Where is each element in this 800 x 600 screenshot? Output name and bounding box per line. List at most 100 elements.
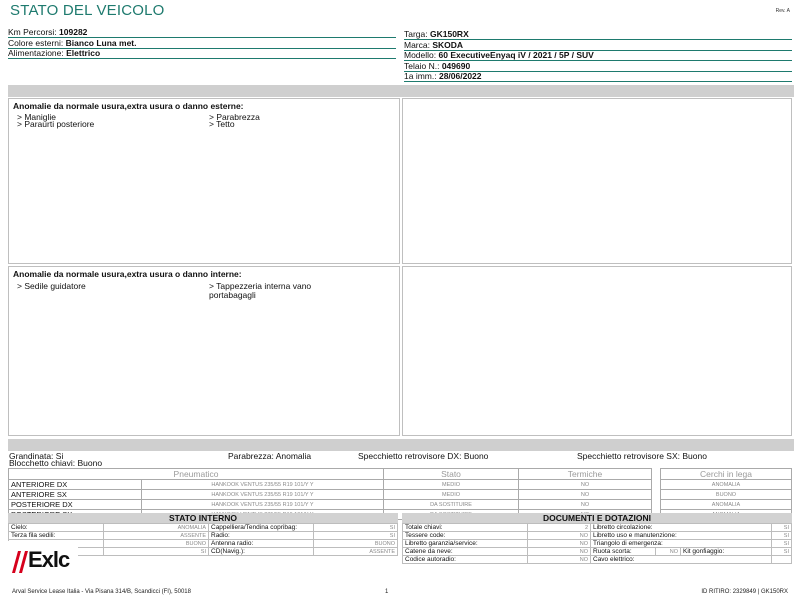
tyre-rims: ANOMALIA bbox=[660, 499, 792, 510]
cell-label: Cappelliera/Tendina copribag: bbox=[208, 523, 314, 532]
cell-value: SI bbox=[313, 523, 398, 532]
brand-label: Marca: bbox=[404, 40, 430, 50]
footer-id: ID RITIRO: 2329849 | GK150RX bbox=[701, 589, 788, 595]
cell-label: Cielo: bbox=[8, 523, 104, 532]
internal-damage-item: > Sedile guidatore bbox=[17, 281, 86, 291]
cell-value: BUONO bbox=[313, 539, 398, 548]
section-divider bbox=[8, 439, 794, 451]
tyres-header-row: Pneumatico Stato Termiche Cerchi in lega bbox=[8, 468, 792, 480]
documents-table: Totale chiavi: 2 Libretto circolazione: … bbox=[402, 523, 793, 564]
section-divider bbox=[8, 85, 794, 97]
tyre-model: HANKOOK VENTUS 235/55 R19 101/Y Y bbox=[141, 479, 384, 490]
cell-label: Tessere code: bbox=[402, 531, 528, 540]
cell-value bbox=[770, 555, 793, 564]
tyres-spacer bbox=[652, 500, 661, 510]
page-number: 1 bbox=[385, 589, 389, 595]
tyres-spacer bbox=[652, 490, 661, 500]
tyre-model: HANKOOK VENTUS 235/55 R19 101/Y Y bbox=[141, 489, 384, 500]
cell-value: SI bbox=[770, 539, 793, 548]
table-row: POSTERIORE DX HANKOOK VENTUS 235/55 R19 … bbox=[8, 499, 792, 510]
cell-value: NO bbox=[655, 547, 681, 556]
external-damage-box: Anomalie da normale usura,extra usura o … bbox=[8, 98, 400, 264]
tyres-spacer bbox=[652, 469, 661, 480]
plate-row: Targa: GK150RX bbox=[404, 29, 792, 40]
table-row: Codice autoradio: NO Cavo elettrico: bbox=[402, 555, 793, 564]
tyres-header: Cerchi in lega bbox=[660, 468, 792, 480]
tyres-spacer bbox=[652, 480, 661, 490]
cell-value: NO bbox=[527, 547, 591, 556]
cell-value: ASSENTE bbox=[103, 531, 209, 540]
table-row: Libretto garanzia/service: NO Triangolo … bbox=[402, 539, 793, 548]
tyre-rims: ANOMALIA bbox=[660, 479, 792, 490]
registration-value: 28/06/2022 bbox=[438, 71, 482, 81]
cell-value: NO bbox=[527, 555, 591, 564]
fuel-value: Elettrico bbox=[66, 48, 101, 58]
internal-damage-photo-box bbox=[402, 266, 792, 436]
tyre-position: ANTERIORE DX bbox=[8, 479, 142, 490]
cell-label: Antenna radio: bbox=[208, 539, 314, 548]
internal-damage-box: Anomalie da normale usura,extra usura o … bbox=[8, 266, 400, 436]
tyre-state: DA SOSTITUIRE bbox=[383, 499, 519, 510]
table-row: ANTERIORE SX HANKOOK VENTUS 235/55 R19 1… bbox=[8, 489, 792, 500]
tyre-thermal: NO bbox=[518, 479, 652, 490]
tyre-position: ANTERIORE SX bbox=[8, 489, 142, 500]
cell-label: Kit gonfiaggio: bbox=[680, 547, 772, 556]
documents-section: DOCUMENTI E DOTAZIONI Totale chiavi: 2 L… bbox=[402, 513, 793, 564]
cell-label: CD(Navig.): bbox=[208, 547, 314, 556]
cell-value: ANOMALIA bbox=[103, 523, 209, 532]
table-row: ANTERIORE DX HANKOOK VENTUS 235/55 R19 1… bbox=[8, 479, 792, 490]
fuel-row: Alimentazione: Elettrico bbox=[8, 48, 396, 59]
mirror-dx-status: Specchietto retrovisore DX: Buono bbox=[358, 451, 489, 461]
plate-value: GK150RX bbox=[430, 29, 469, 39]
model-value: 60 ExecutiveEnyaq iV / 2021 / 5P / SUV bbox=[438, 50, 594, 60]
cell-value: SI bbox=[103, 547, 209, 556]
model-row: Modello: 60 ExecutiveEnyaq iV / 2021 / 5… bbox=[404, 50, 792, 61]
company-logo: Exlc bbox=[8, 541, 78, 579]
brand-value: SKODA bbox=[432, 40, 464, 50]
registration-row: 1a imm.: 28/06/2022 bbox=[404, 71, 792, 82]
color-value: Bianco Luna met. bbox=[65, 38, 137, 48]
frame-label: Telaio N.: bbox=[404, 61, 440, 71]
fuel-label: Alimentazione: bbox=[8, 48, 64, 58]
tyres-header: Termiche bbox=[518, 468, 652, 480]
table-row: Totale chiavi: 2 Libretto circolazione: … bbox=[402, 523, 793, 532]
external-damage-title: Anomalie da normale usura,extra usura o … bbox=[13, 101, 244, 111]
table-row: Terza fila sedili: ASSENTE Radio: SI bbox=[8, 531, 398, 540]
registration-label: 1a imm.: bbox=[404, 71, 437, 81]
tyre-thermal: NO bbox=[518, 499, 652, 510]
cell-value: ASSENTE bbox=[313, 547, 398, 556]
cell-label: Libretto garanzia/service: bbox=[402, 539, 528, 548]
km-row: Km Percorsi: 109282 bbox=[8, 27, 396, 38]
cell-value: SI bbox=[770, 523, 793, 532]
cell-value: SI bbox=[770, 531, 793, 540]
km-value: 109282 bbox=[59, 27, 88, 37]
cell-label: Codice autoradio: bbox=[402, 555, 528, 564]
table-row: Cielo: ANOMALIA Cappelliera/Tendina copr… bbox=[8, 523, 398, 532]
cell-value: BUONO bbox=[103, 539, 209, 548]
tyres-header: Pneumatico bbox=[8, 468, 384, 480]
cell-label: Cavo elettrico: bbox=[590, 555, 772, 564]
cell-label: Radio: bbox=[208, 531, 314, 540]
cell-label: Ruota scorta: bbox=[590, 547, 656, 556]
tyre-state: MEDIO bbox=[383, 479, 519, 490]
plate-label: Targa: bbox=[404, 29, 428, 39]
tyre-model: HANKOOK VENTUS 235/55 R19 101/Y Y bbox=[141, 499, 384, 510]
cell-label: Totale chiavi: bbox=[402, 523, 528, 532]
km-label: Km Percorsi: bbox=[8, 27, 57, 37]
tyre-position: POSTERIORE DX bbox=[8, 499, 142, 510]
color-label: Colore esterni: bbox=[8, 38, 64, 48]
tyre-state: MEDIO bbox=[383, 489, 519, 500]
cell-value: SI bbox=[313, 531, 398, 540]
model-label: Modello: bbox=[404, 50, 437, 60]
external-damage-item: > Tetto bbox=[209, 119, 235, 129]
keys-status: Blocchetto chiavi: Buono bbox=[9, 458, 103, 468]
internal-damage-title: Anomalie da normale usura,extra usura o … bbox=[13, 269, 242, 279]
table-row: Catene da neve: NO Ruota scorta: NO Kit … bbox=[402, 547, 793, 556]
external-damage-item: > Paraurti posteriore bbox=[17, 119, 95, 129]
internal-damage-item: > Tappezzeria interna vano portabagagli bbox=[209, 281, 312, 300]
cell-label: Catene da neve: bbox=[402, 547, 528, 556]
documents-title: DOCUMENTI E DOTAZIONI bbox=[402, 513, 792, 523]
revision-label: Rev. A bbox=[775, 8, 790, 14]
cell-label: Libretto uso e manutenzione: bbox=[590, 531, 772, 540]
cell-value: 2 bbox=[527, 523, 591, 532]
